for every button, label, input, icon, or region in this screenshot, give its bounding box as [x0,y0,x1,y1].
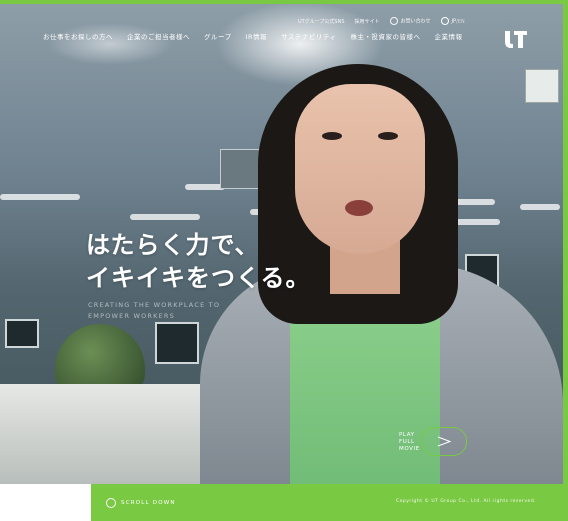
top-accent-bar [0,0,568,4]
ut-logo[interactable] [505,31,527,48]
utility-recruit-link[interactable]: 採用サイト [355,18,380,25]
play-movie-label[interactable]: PLAY FULL MOVIE [399,432,420,453]
hero-subcopy: CREATING THE WORKPLACE TO EMPOWER WORKER… [88,300,220,322]
scroll-down[interactable]: SCROLL DOWN [106,498,176,508]
nav-item-sustainability[interactable]: サステナビリティ [281,31,336,41]
exit-sign [525,69,559,103]
hero-sub-line2: EMPOWER WORKERS [88,312,175,320]
scroll-circle-icon [106,498,116,508]
utility-sns-link[interactable]: UTグループ公式SNS [298,18,345,25]
nav-item-group[interactable]: グループ [204,31,232,41]
nav-item-job-seekers[interactable]: お仕事をお探しの方へ [43,31,113,41]
play-movie-button[interactable] [421,427,467,456]
person-face [295,84,425,254]
language-switcher[interactable]: JP/EN [440,17,465,25]
play-movie-line2: FULL [399,439,415,445]
person-eye [378,132,398,140]
utility-nav: UTグループ公式SNS 採用サイト お問い合わせ JP/EN [298,17,465,25]
nav-item-companies[interactable]: 企業のご担当者様へ [127,31,190,41]
hero-sub-line1: CREATING THE WORKPLACE TO [88,301,221,309]
nav-item-company-info[interactable]: 企業情報 [435,31,463,41]
copyright: Copyright © UT Group Co., Ltd. All right… [396,499,537,504]
play-movie-line3: MOVIE [399,446,420,452]
scroll-down-label: SCROLL DOWN [121,500,176,506]
person-mouth [345,200,373,216]
nav-item-investors[interactable]: 株主・投資家の皆様へ [351,31,421,41]
nav-item-ir[interactable]: IR情報 [246,31,267,41]
page: UTグループ公式SNS 採用サイト お問い合わせ JP/EN お仕事をお探しの方… [0,0,568,521]
person-eye [322,132,342,140]
office-desk [0,384,200,484]
hero-headline: はたらく力で、 イキイキをつくる。 [86,229,311,295]
global-nav: お仕事をお探しの方へ 企業のご担当者様へ グループ IR情報 サステナビリティ … [43,31,463,41]
right-accent-bar [563,0,568,521]
globe-icon [440,17,449,25]
play-movie-line1: PLAY [399,432,415,438]
mail-icon [389,17,398,25]
play-arrow-icon [437,436,452,447]
hero-headline-line1: はたらく力で、 [86,231,260,259]
lang-other[interactable]: EN [458,19,465,25]
utility-contact-label: お問い合わせ [400,18,431,25]
hero-headline-line2: イキイキをつくる。 [86,264,311,292]
utility-contact-link[interactable]: お問い合わせ [389,17,431,25]
